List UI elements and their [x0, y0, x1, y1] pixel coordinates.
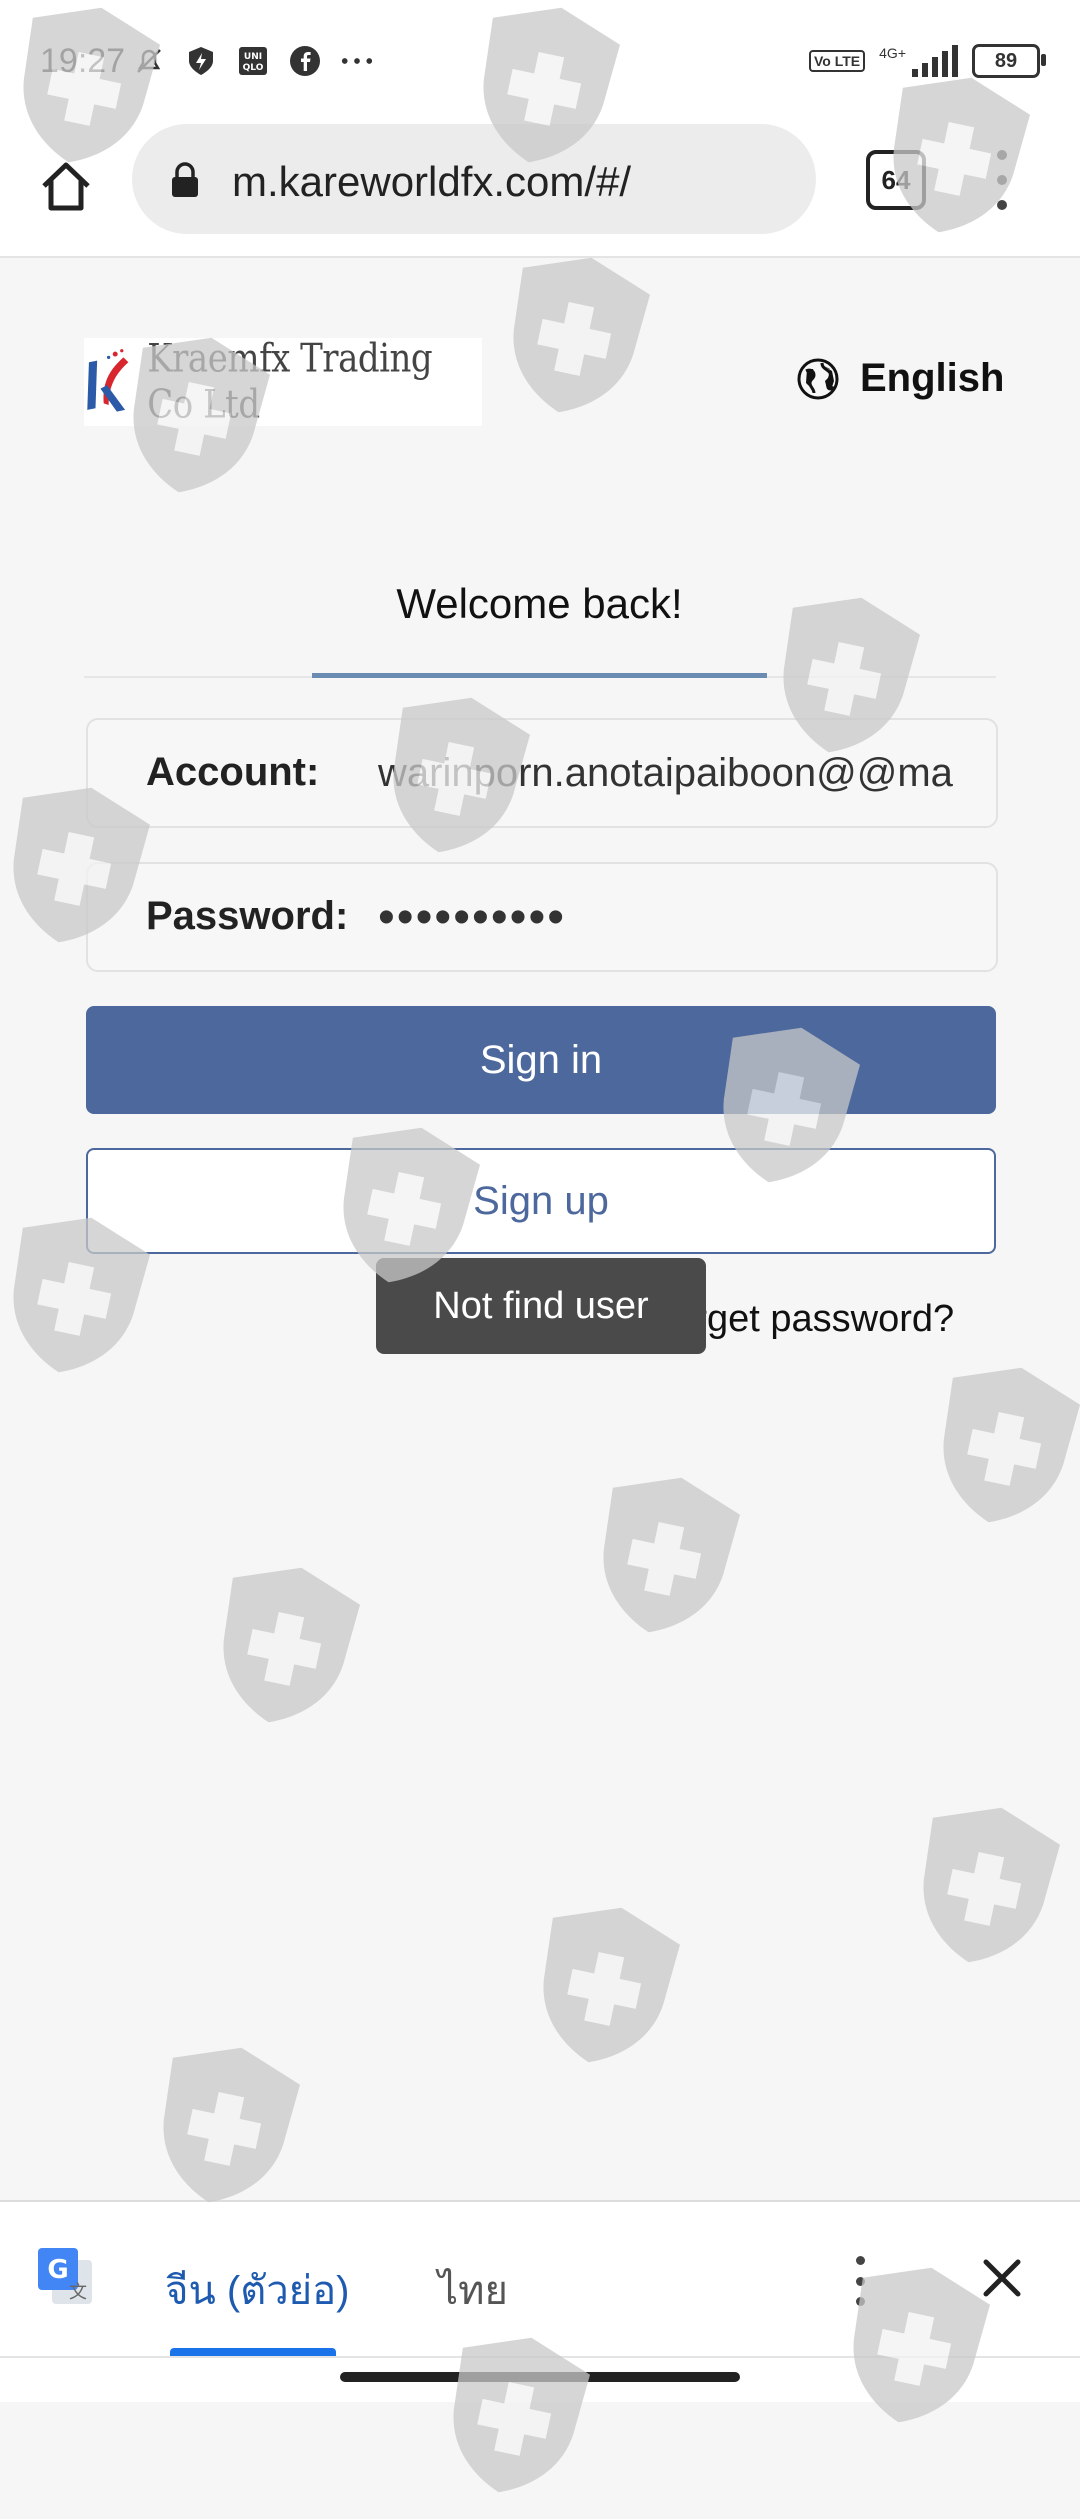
watermark-shield-icon — [574, 1456, 756, 1653]
shield-bolt-icon — [184, 44, 218, 78]
sign-up-button[interactable]: Sign up — [86, 1148, 996, 1254]
watermark-shield-icon — [514, 1886, 696, 2083]
battery-level: 89 — [994, 49, 1018, 72]
facebook-icon — [288, 44, 322, 78]
mute-bell-icon — [132, 44, 166, 78]
logo-mark-icon — [87, 349, 129, 412]
tab-target-language[interactable]: ไทย — [438, 2258, 508, 2322]
browser-menu-icon[interactable] — [990, 150, 1014, 210]
address-bar[interactable]: m.kareworldfx.com/#/ — [132, 124, 816, 234]
watermark-shield-icon — [134, 2026, 316, 2223]
signal-icon: 4G+ — [879, 45, 958, 77]
network-type: 4G+ — [879, 45, 906, 61]
tab-switcher-button[interactable]: 64 — [866, 150, 926, 210]
company-logo: Kraemfx Trading Co Ltd — [84, 336, 482, 428]
tab-active-indicator — [312, 673, 767, 678]
source-language-indicator — [170, 2348, 336, 2356]
sign-in-button[interactable]: Sign in — [86, 1006, 996, 1114]
svg-text:UNI: UNI — [244, 52, 262, 62]
status-time: 19:27 — [40, 42, 126, 80]
password-label: Password: — [146, 894, 349, 938]
lock-icon — [170, 162, 200, 198]
logo-text: Kraemfx Trading Co Ltd — [147, 336, 433, 428]
status-system-icons: Vo LTE 4G+ 89 — [808, 44, 1046, 78]
svg-text:文: 文 — [69, 2282, 87, 2303]
close-icon[interactable] — [978, 2254, 1026, 2302]
svg-text:G: G — [47, 2255, 68, 2285]
account-input[interactable] — [378, 720, 996, 826]
battery-icon: 89 — [972, 44, 1046, 78]
translate-menu-icon[interactable] — [850, 2256, 870, 2306]
account-label: Account: — [146, 750, 320, 794]
uniqlo-app-icon: UNI QLO — [236, 44, 270, 78]
password-field[interactable]: Password: — [86, 862, 998, 972]
watermark-shield-icon — [484, 236, 666, 433]
language-selector[interactable]: English — [796, 356, 1004, 401]
status-bar: 19:27 UNI QLO Vo LTE 4G+ 89 — [0, 0, 1080, 120]
more-notifications-icon — [340, 44, 374, 78]
language-label: English — [860, 356, 1005, 400]
watermark-shield-icon — [914, 1346, 1080, 1543]
tab-source-language[interactable]: จีน (ตัวย่อ) — [165, 2258, 349, 2322]
url-text: m.kareworldfx.com/#/ — [232, 158, 632, 205]
account-field[interactable]: Account: — [86, 718, 998, 828]
watermark-shield-icon — [194, 1546, 376, 1743]
tab-welcome[interactable]: Welcome back! — [312, 580, 767, 628]
status-notification-icons: UNI QLO — [132, 44, 374, 78]
volte-icon: Vo LTE — [808, 50, 866, 72]
home-indicator[interactable] — [340, 2372, 740, 2382]
home-icon[interactable] — [36, 156, 96, 216]
google-translate-icon: G文 — [36, 2246, 96, 2306]
password-input[interactable] — [378, 864, 996, 970]
error-toast: Not find user — [376, 1258, 706, 1354]
translate-divider — [0, 2356, 1080, 2358]
watermark-shield-icon — [894, 1786, 1076, 1983]
svg-text:QLO: QLO — [243, 63, 264, 73]
globe-icon — [797, 358, 839, 399]
browser-toolbar: m.kareworldfx.com/#/ 64 — [0, 120, 1080, 258]
